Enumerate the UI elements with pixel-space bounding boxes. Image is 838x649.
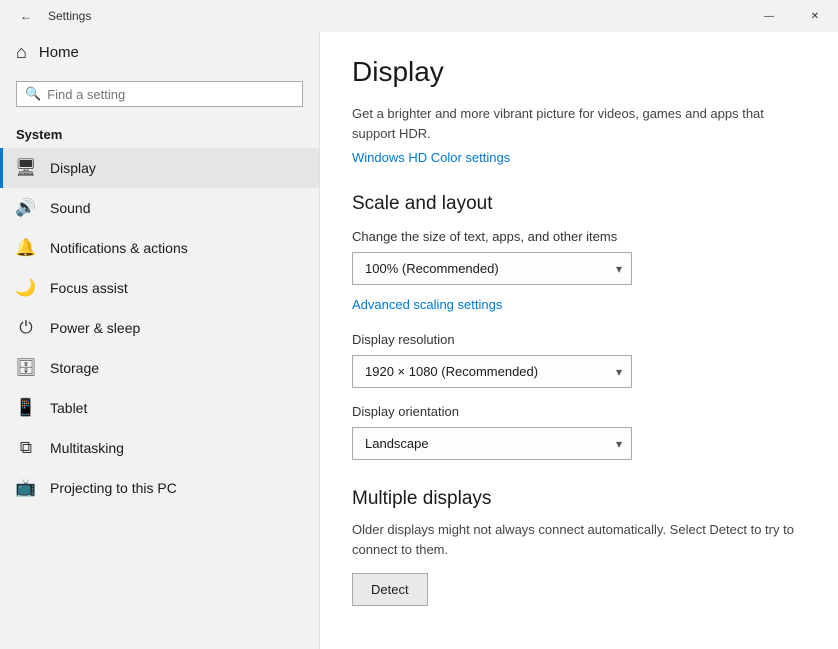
advanced-scaling-link[interactable]: Advanced scaling settings (352, 297, 806, 312)
page-title: Display (352, 56, 806, 88)
sidebar-item-multitasking[interactable]: ⧉ Multitasking (0, 428, 319, 468)
sound-icon: 🔊 (16, 198, 36, 218)
home-nav-item[interactable]: ⌂ Home (0, 32, 319, 73)
main-content-area: Display Get a brighter and more vibrant … (320, 0, 838, 649)
main-content: Display Get a brighter and more vibrant … (320, 32, 838, 630)
tablet-icon: 📱 (16, 398, 36, 418)
orientation-field-label: Display orientation (352, 404, 806, 419)
power-icon: ⏻ (16, 318, 36, 338)
scale-select-wrapper: 100% (Recommended) 125% 150% 175% ▾ (352, 252, 632, 285)
scale-select[interactable]: 100% (Recommended) 125% 150% 175% (352, 252, 632, 285)
projecting-label: Projecting to this PC (50, 480, 177, 496)
hdr-description: Get a brighter and more vibrant picture … (352, 104, 806, 143)
power-label: Power & sleep (50, 320, 140, 336)
notifications-icon: 🔔 (16, 238, 36, 258)
hdr-link[interactable]: Windows HD Color settings (352, 150, 510, 165)
storage-label: Storage (50, 360, 99, 376)
search-input[interactable] (47, 87, 294, 102)
sidebar-item-power[interactable]: ⏻ Power & sleep (0, 308, 319, 348)
sidebar-item-notifications[interactable]: 🔔 Notifications & actions (0, 228, 319, 268)
sidebar: ⌂ Home 🔍 System 🖥 Display 🔊 Sound 🔔 Noti… (0, 0, 320, 649)
sidebar-item-display[interactable]: 🖥 Display (0, 148, 319, 188)
resolution-select-wrapper: 1920 × 1080 (Recommended) 1280 × 1024 10… (352, 355, 632, 388)
multitasking-label: Multitasking (50, 440, 124, 456)
scale-field-label: Change the size of text, apps, and other… (352, 229, 806, 244)
close-button[interactable]: ✕ (792, 0, 838, 32)
home-label: Home (39, 44, 79, 61)
resolution-field-label: Display resolution (352, 332, 806, 347)
window-controls: — ✕ (746, 0, 838, 32)
multiple-displays-title: Multiple displays (352, 488, 806, 510)
storage-icon: 🗄 (16, 358, 36, 378)
focus-label: Focus assist (50, 280, 128, 296)
orientation-select[interactable]: Landscape Portrait Landscape (flipped) P… (352, 427, 632, 460)
sidebar-item-tablet[interactable]: 📱 Tablet (0, 388, 319, 428)
sidebar-item-focus[interactable]: 🌙 Focus assist (0, 268, 319, 308)
notifications-label: Notifications & actions (50, 240, 188, 256)
home-icon: ⌂ (16, 42, 27, 63)
titlebar: ← Settings — ✕ (0, 0, 838, 32)
titlebar-title: Settings (48, 9, 91, 23)
resolution-select[interactable]: 1920 × 1080 (Recommended) 1280 × 1024 10… (352, 355, 632, 388)
focus-icon: 🌙 (16, 278, 36, 298)
orientation-select-wrapper: Landscape Portrait Landscape (flipped) P… (352, 427, 632, 460)
sidebar-section-label: System (0, 115, 319, 148)
detect-button[interactable]: Detect (352, 573, 428, 606)
search-icon: 🔍 (25, 86, 41, 102)
display-label: Display (50, 160, 96, 176)
sound-label: Sound (50, 200, 90, 216)
search-box[interactable]: 🔍 (16, 81, 303, 107)
multitasking-icon: ⧉ (16, 438, 36, 458)
multiple-displays-description: Older displays might not always connect … (352, 520, 806, 559)
sidebar-item-storage[interactable]: 🗄 Storage (0, 348, 319, 388)
sidebar-item-projecting[interactable]: 📺 Projecting to this PC (0, 468, 319, 508)
sidebar-item-sound[interactable]: 🔊 Sound (0, 188, 319, 228)
minimize-button[interactable]: — (746, 0, 792, 32)
back-button[interactable]: ← (12, 2, 40, 30)
display-icon: 🖥 (16, 158, 36, 178)
scale-section-title: Scale and layout (352, 193, 806, 215)
projecting-icon: 📺 (16, 478, 36, 498)
tablet-label: Tablet (50, 400, 87, 416)
